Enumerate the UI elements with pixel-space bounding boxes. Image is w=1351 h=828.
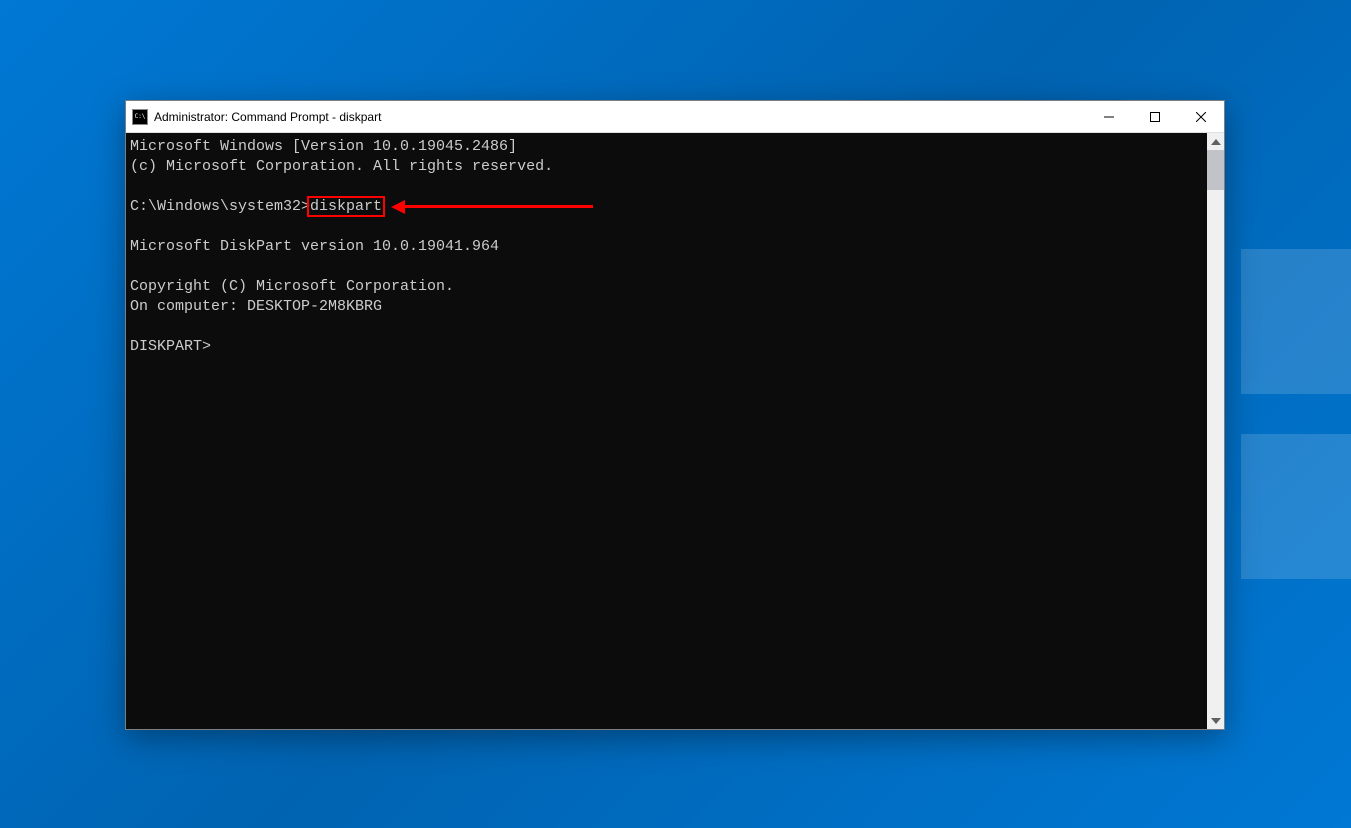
console-prompt-path: C:\Windows\system32> xyxy=(130,198,310,215)
vertical-scrollbar[interactable] xyxy=(1207,133,1224,729)
console-area: Microsoft Windows [Version 10.0.19045.24… xyxy=(126,133,1224,729)
close-icon xyxy=(1196,112,1206,122)
scroll-down-button[interactable] xyxy=(1207,712,1224,729)
scroll-track[interactable] xyxy=(1207,150,1224,712)
logo-quad xyxy=(1241,434,1351,579)
titlebar-controls xyxy=(1086,101,1224,132)
arrow-head-icon xyxy=(391,200,405,214)
titlebar[interactable]: Administrator: Command Prompt - diskpart xyxy=(126,101,1224,133)
console-line: Microsoft Windows [Version 10.0.19045.24… xyxy=(130,138,517,155)
window-title: Administrator: Command Prompt - diskpart xyxy=(154,110,381,124)
console-line: Microsoft DiskPart version 10.0.19041.96… xyxy=(130,238,499,255)
cmd-icon xyxy=(132,109,148,125)
console-line: Copyright (C) Microsoft Corporation. xyxy=(130,278,454,295)
chevron-up-icon xyxy=(1211,139,1221,145)
minimize-icon xyxy=(1104,112,1114,122)
console-line: (c) Microsoft Corporation. All rights re… xyxy=(130,158,553,175)
scroll-up-button[interactable] xyxy=(1207,133,1224,150)
console-output[interactable]: Microsoft Windows [Version 10.0.19045.24… xyxy=(126,133,1207,729)
maximize-icon xyxy=(1150,112,1160,122)
maximize-button[interactable] xyxy=(1132,101,1178,132)
minimize-button[interactable] xyxy=(1086,101,1132,132)
chevron-down-icon xyxy=(1211,718,1221,724)
console-entered-command: diskpart xyxy=(310,198,382,215)
scroll-thumb[interactable] xyxy=(1207,150,1224,190)
close-button[interactable] xyxy=(1178,101,1224,132)
arrow-line xyxy=(403,205,593,208)
console-line: On computer: DESKTOP-2M8KBRG xyxy=(130,298,382,315)
console-diskpart-prompt: DISKPART> xyxy=(130,338,211,355)
logo-quad xyxy=(1241,249,1351,394)
command-prompt-window: Administrator: Command Prompt - diskpart… xyxy=(125,100,1225,730)
desktop-windows-logo xyxy=(1241,249,1351,579)
